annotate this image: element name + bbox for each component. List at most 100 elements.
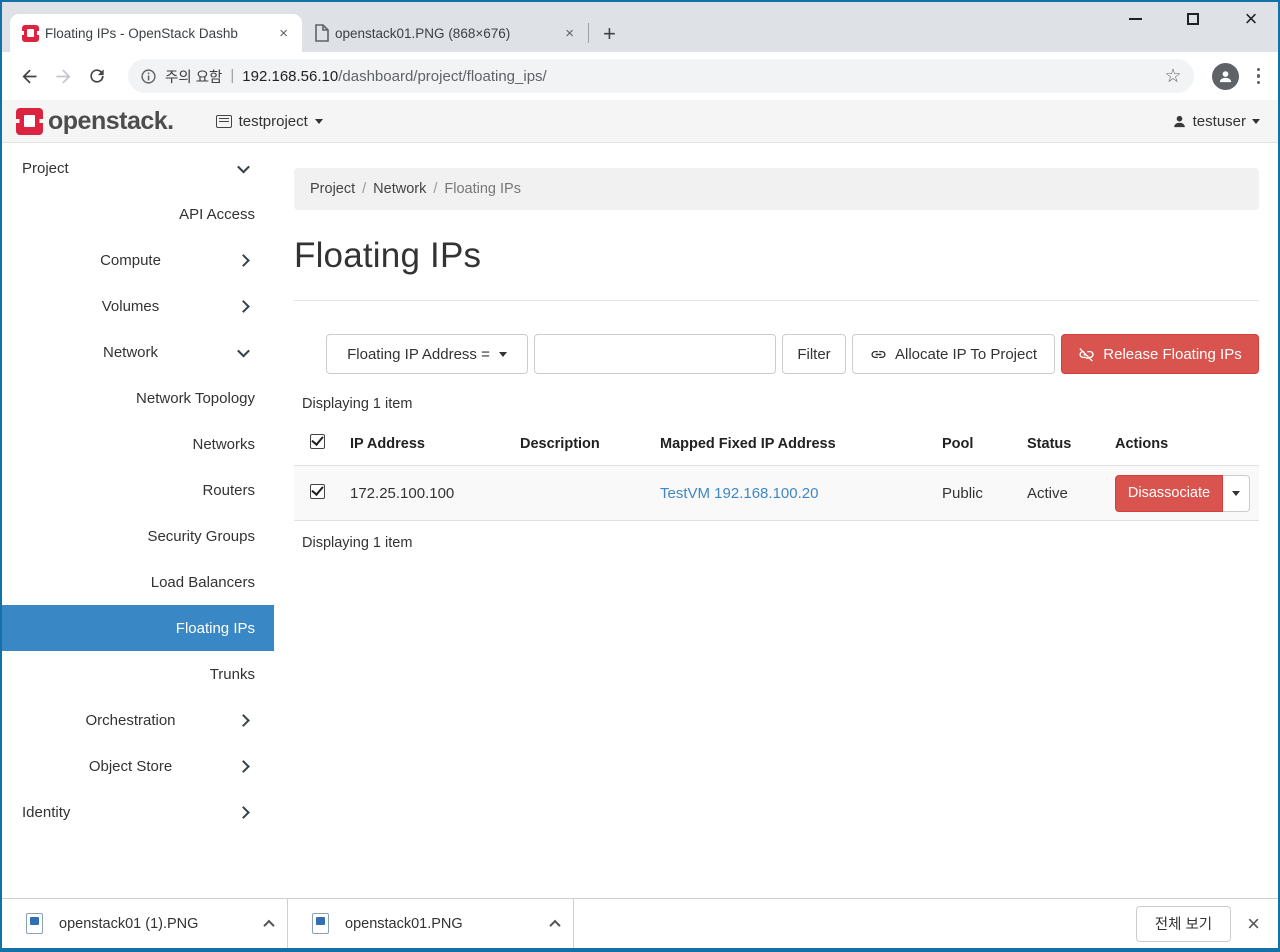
tab-strip: Floating IPs - OpenStack Dashb × opensta… — [2, 2, 616, 52]
table-row: 172.25.100.100 TestVM 192.168.100.20 Pub… — [294, 466, 1259, 521]
caret-down-icon — [314, 118, 323, 124]
minimize-button[interactable] — [1122, 6, 1148, 32]
sidebar-item-routers[interactable]: Routers — [2, 467, 274, 513]
show-all-downloads-button[interactable]: 전체 보기 — [1135, 905, 1232, 942]
image-file-icon — [26, 913, 43, 934]
sidebar-item-security-groups[interactable]: Security Groups — [2, 513, 274, 559]
chevron-right-icon — [237, 299, 250, 313]
caret-down-icon — [1252, 118, 1260, 124]
allocate-ip-button[interactable]: Allocate IP To Project — [852, 334, 1055, 374]
browser-toolbar: 주의 요함 | 192.168.56.10/dashboard/project/… — [2, 52, 1278, 100]
download-filename: openstack01 (1).PNG — [59, 915, 199, 932]
sidebar-item-volumes[interactable]: Volumes — [2, 283, 274, 329]
profile-avatar[interactable] — [1211, 62, 1239, 90]
sidebar-item-network-topology[interactable]: Network Topology — [2, 375, 274, 421]
url-path[interactable]: /dashboard/project/floating_ips/ — [338, 68, 546, 85]
url-host[interactable]: 192.168.56.10 — [242, 68, 338, 85]
download-item-1[interactable]: openstack01 (1).PNG — [2, 899, 287, 948]
sidebar-item-compute[interactable]: Compute — [2, 237, 274, 283]
column-header-actions: Actions — [1115, 435, 1169, 452]
table-toolbar: Floating IP Address = Filter Allocate IP… — [294, 334, 1259, 374]
user-menu-label: testuser — [1192, 112, 1246, 130]
forward-arrow-icon — [56, 69, 70, 83]
row-actions-dropdown[interactable] — [1223, 474, 1250, 512]
openstack-favicon-icon — [21, 24, 40, 42]
floating-ips-table: IP Address Description Mapped Fixed IP A… — [294, 422, 1259, 521]
browser-menu-icon[interactable] — [1249, 64, 1269, 89]
cell-ip-address: 172.25.100.100 — [350, 484, 455, 502]
project-list-icon — [215, 114, 232, 128]
sidebar-item-project[interactable]: Project — [2, 145, 274, 191]
breadcrumb-network[interactable]: Network — [373, 181, 426, 197]
caret-down-icon — [498, 351, 507, 357]
chevron-right-icon — [237, 759, 250, 773]
sidebar-item-load-balancers[interactable]: Load Balancers — [2, 559, 274, 605]
window-close-button[interactable]: × — [1238, 6, 1264, 32]
tab-close-icon[interactable]: × — [561, 25, 578, 42]
sidebar-item-object-store[interactable]: Object Store — [2, 743, 274, 789]
back-button[interactable] — [12, 59, 46, 93]
url-separator: | — [230, 66, 235, 84]
title-divider — [294, 300, 1259, 301]
row-actions: Disassociate — [1115, 474, 1261, 512]
tab-title: Floating IPs - OpenStack Dashb — [45, 25, 238, 41]
cell-status: Active — [1027, 484, 1068, 502]
downloads-close-icon[interactable]: × — [1247, 912, 1260, 935]
forward-button[interactable] — [46, 59, 80, 93]
sidebar-item-identity[interactable]: Identity — [2, 789, 274, 835]
sidebar-item-orchestration[interactable]: Orchestration — [2, 697, 274, 743]
filter-button[interactable]: Filter — [782, 334, 846, 374]
tab-divider — [588, 23, 589, 43]
sidebar-item-trunks[interactable]: Trunks — [2, 651, 274, 697]
download-filename: openstack01.PNG — [345, 915, 463, 932]
downloads-divider — [573, 899, 574, 948]
sidebar-item-api-access[interactable]: API Access — [2, 191, 274, 237]
column-header-mapped: Mapped Fixed IP Address — [660, 435, 836, 452]
reload-button[interactable] — [80, 59, 114, 93]
security-status-text[interactable]: 주의 요함 — [165, 66, 222, 87]
tab-openstack01-png[interactable]: openstack01.PNG (868×676) × — [302, 14, 588, 52]
sidebar-item-floating-ips[interactable]: Floating IPs — [2, 605, 274, 651]
row-checkbox[interactable] — [310, 483, 325, 499]
reload-icon — [90, 69, 104, 83]
disassociate-button[interactable]: Disassociate — [1115, 474, 1223, 512]
new-tab-button[interactable]: + — [603, 23, 616, 45]
back-arrow-icon — [22, 69, 36, 83]
chevron-right-icon — [237, 253, 250, 267]
breadcrumb-project[interactable]: Project — [310, 181, 355, 197]
person-icon — [1219, 70, 1231, 82]
caret-down-icon — [1232, 490, 1240, 496]
chevron-up-icon[interactable] — [263, 919, 275, 931]
chevron-right-icon — [237, 805, 250, 819]
filter-input[interactable] — [534, 334, 776, 374]
column-header-status: Status — [1027, 435, 1072, 452]
main-panel: Project / Network / Floating IPs Floating IP… — [274, 143, 1278, 898]
chevron-down-icon — [237, 160, 250, 173]
column-header-description: Description — [520, 435, 600, 452]
tab-openstack-dashboard[interactable]: Floating IPs - OpenStack Dashb × — [10, 14, 302, 52]
address-bar[interactable]: 주의 요함 | 192.168.56.10/dashboard/project/… — [128, 59, 1194, 93]
page-content: Project API Access Compute Volumes Netwo… — [2, 143, 1278, 898]
tab-close-icon[interactable]: × — [275, 25, 292, 42]
sidebar-item-network[interactable]: Network — [2, 329, 274, 375]
select-all-checkbox[interactable] — [310, 434, 325, 449]
project-switcher-label: testproject — [238, 112, 308, 130]
project-switcher[interactable]: testproject — [215, 112, 323, 130]
maximize-button[interactable] — [1180, 6, 1206, 32]
sidebar-item-networks[interactable]: Networks — [2, 421, 274, 467]
user-menu[interactable]: testuser — [1172, 113, 1260, 130]
bookmark-star-icon[interactable]: ☆ — [1164, 65, 1181, 87]
openstack-wordmark: openstack. — [48, 106, 174, 135]
column-header-pool: Pool — [942, 435, 974, 452]
downloads-bar: openstack01 (1).PNG openstack01.PNG 전체 보… — [2, 898, 1278, 948]
chevron-up-icon[interactable] — [549, 919, 561, 931]
release-floating-ips-button[interactable]: Release Floating IPs — [1061, 334, 1259, 374]
download-item-2[interactable]: openstack01.PNG — [288, 899, 573, 948]
item-count-top: Displaying 1 item — [302, 396, 413, 412]
filter-facet-dropdown[interactable]: Floating IP Address = — [326, 334, 528, 374]
sidebar: Project API Access Compute Volumes Netwo… — [2, 143, 274, 898]
browser-titlebar: Floating IPs - OpenStack Dashb × opensta… — [2, 2, 1278, 52]
info-icon[interactable] — [140, 68, 157, 85]
cell-pool: Public — [942, 484, 983, 502]
mapped-fixed-ip-link[interactable]: TestVM 192.168.100.20 — [660, 485, 818, 502]
